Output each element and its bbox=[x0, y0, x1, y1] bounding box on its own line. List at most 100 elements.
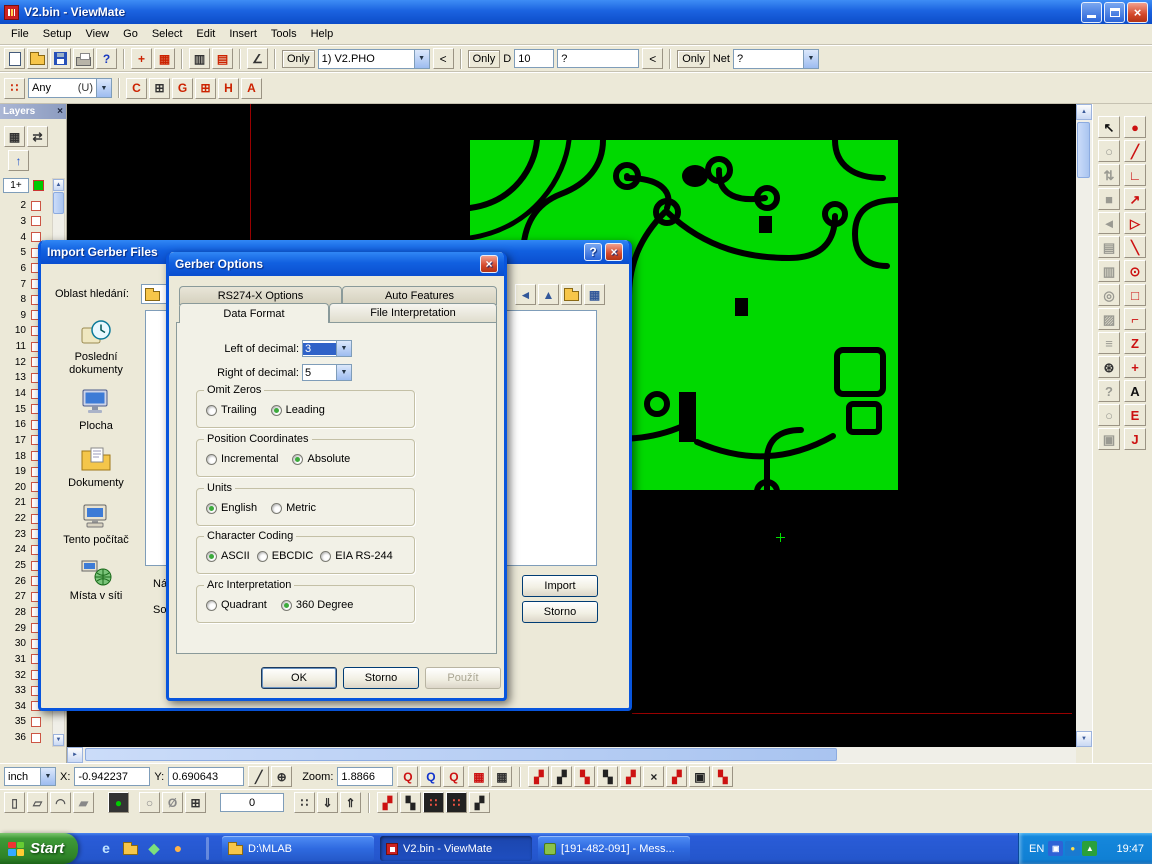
layer-row[interactable]: 3 bbox=[0, 214, 50, 230]
net-combo[interactable]: ? ▼ bbox=[733, 49, 819, 69]
close-window-button[interactable]: × bbox=[1127, 2, 1148, 23]
vertical-scrollbar[interactable]: ▲ ▼ bbox=[1076, 104, 1092, 747]
zoom-in-button[interactable]: Q bbox=[397, 766, 418, 787]
pattern-3-button[interactable]: ∷ bbox=[423, 792, 444, 813]
dcode-view-6-button[interactable]: × bbox=[643, 766, 664, 787]
scale-button[interactable]: ▰ bbox=[73, 792, 94, 813]
menu-edit[interactable]: Edit bbox=[189, 26, 222, 42]
menu-view[interactable]: View bbox=[78, 26, 116, 42]
layer-row[interactable]: 2 bbox=[0, 198, 50, 214]
marker-tool-button[interactable]: ▣ bbox=[1098, 428, 1120, 450]
dot-grid-button[interactable]: ∷ bbox=[294, 792, 315, 813]
online-mode-button[interactable]: ● bbox=[108, 792, 129, 813]
minimize-button[interactable] bbox=[1081, 2, 1102, 23]
layer-color-swatch[interactable] bbox=[31, 216, 41, 226]
dcode-view-1-button[interactable]: ▞ bbox=[528, 766, 549, 787]
redraw-button[interactable]: + bbox=[131, 48, 152, 69]
menu-insert[interactable]: Insert bbox=[222, 26, 264, 42]
scroll-down-button[interactable]: ▼ bbox=[53, 734, 64, 746]
layers-close-button[interactable]: × bbox=[57, 107, 63, 117]
radio-metric[interactable]: Metric bbox=[271, 502, 316, 514]
radio-absolute[interactable]: Absolute bbox=[292, 453, 350, 465]
layer-row[interactable]: 36 bbox=[0, 730, 50, 746]
tray-app-icon[interactable]: ▣ bbox=[1048, 841, 1063, 856]
aperture-g-button[interactable]: G bbox=[172, 78, 193, 99]
probe-tool-button[interactable]: ○ bbox=[1098, 140, 1120, 162]
language-indicator[interactable]: EN bbox=[1029, 843, 1044, 855]
menu-file[interactable]: File bbox=[4, 26, 36, 42]
select-circle-button[interactable]: ○ bbox=[139, 792, 160, 813]
snap-down-button[interactable]: ⇓ bbox=[317, 792, 338, 813]
right-decimal-combo[interactable]: 5 ▼ bbox=[302, 364, 352, 381]
tray-shield-icon[interactable]: ▲ bbox=[1082, 841, 1097, 856]
dialog-help-button[interactable]: ? bbox=[584, 243, 602, 261]
aperture-grid-button[interactable]: ⊞ bbox=[195, 78, 216, 99]
quicklaunch-go-button[interactable]: ◆ bbox=[144, 837, 164, 859]
edit-element-button[interactable]: E bbox=[1124, 404, 1146, 426]
grid-toggle-button[interactable]: ▦ bbox=[468, 766, 489, 787]
place-network[interactable]: Místa v síti bbox=[50, 555, 142, 603]
scroll-up-button[interactable]: ▲ bbox=[53, 179, 64, 191]
aperture-a-button[interactable]: A bbox=[241, 78, 262, 99]
dialog-close-button[interactable]: × bbox=[480, 255, 498, 273]
place-desktop[interactable]: Plocha bbox=[50, 385, 142, 433]
pattern-2-button[interactable]: ▚ bbox=[400, 792, 421, 813]
dcode-view-2-button[interactable]: ▞ bbox=[551, 766, 572, 787]
radio-english[interactable]: English bbox=[206, 502, 257, 514]
measure-line-button[interactable]: ╱ bbox=[248, 766, 269, 787]
menu-go[interactable]: Go bbox=[116, 26, 145, 42]
levels-tool-button[interactable]: ≡ bbox=[1098, 332, 1120, 354]
new-folder-button[interactable] bbox=[561, 284, 582, 305]
radio-leading[interactable]: Leading bbox=[271, 404, 325, 416]
tab-data-format[interactable]: Data Format bbox=[179, 303, 329, 323]
prev-dcode-button[interactable]: < bbox=[642, 48, 663, 69]
dcode-view-3-button[interactable]: ▚ bbox=[574, 766, 595, 787]
pattern-5-button[interactable]: ▞ bbox=[469, 792, 490, 813]
y-coordinate-field[interactable]: 0.690643 bbox=[168, 767, 244, 786]
query-tool-button[interactable]: ? bbox=[1098, 380, 1120, 402]
dcode-view-8-button[interactable]: ▣ bbox=[689, 766, 710, 787]
grid-snap-button[interactable]: ▦ bbox=[491, 766, 512, 787]
cancel-button[interactable]: Storno bbox=[522, 601, 598, 623]
table-view-button[interactable]: ▥ bbox=[1098, 260, 1120, 282]
highlight-pattern-button[interactable]: ▤ bbox=[212, 48, 233, 69]
scroll-down-button[interactable]: ▼ bbox=[1076, 731, 1092, 747]
scrollbar-thumb[interactable] bbox=[53, 192, 64, 214]
save-button[interactable] bbox=[50, 48, 71, 69]
draw-corner-button[interactable]: ⌐ bbox=[1124, 308, 1146, 330]
dcode-view-4-button[interactable]: ▚ bbox=[597, 766, 618, 787]
draw-vector-button[interactable]: ↗ bbox=[1124, 188, 1146, 210]
menu-select[interactable]: Select bbox=[145, 26, 190, 42]
back-folder-button[interactable]: ◄ bbox=[515, 284, 536, 305]
origin-target-button[interactable]: ⊕ bbox=[271, 766, 292, 787]
hatch-tool-button[interactable]: ▨ bbox=[1098, 308, 1120, 330]
taskbar-window-191-482-091-mess[interactable]: [191-482-091] - Mess... bbox=[538, 836, 690, 861]
radio-ascii[interactable]: ASCII bbox=[206, 550, 250, 562]
dcode-view-7-button[interactable]: ▞ bbox=[666, 766, 687, 787]
zoom-field[interactable]: 1.8866 bbox=[337, 767, 393, 786]
dcode-query-input[interactable]: ? bbox=[557, 49, 639, 68]
page-flip-button[interactable]: ▯ bbox=[4, 792, 25, 813]
left-decimal-combo[interactable]: 3 ▼ bbox=[302, 340, 352, 357]
snap-up-button[interactable]: ⇑ bbox=[340, 792, 361, 813]
draw-zigzag-button[interactable]: Z bbox=[1124, 332, 1146, 354]
radio-eia-rs-244[interactable]: EIA RS-244 bbox=[320, 550, 392, 562]
layer-color-swatch[interactable] bbox=[31, 201, 41, 211]
aperture-h-button[interactable]: H bbox=[218, 78, 239, 99]
zoom-selection-button[interactable]: Q bbox=[443, 766, 464, 787]
quicklaunch-browser-button[interactable]: ● bbox=[168, 837, 188, 859]
pattern-4-button[interactable]: ∷ bbox=[446, 792, 467, 813]
prev-layer-button[interactable]: < bbox=[433, 48, 454, 69]
draw-line-button[interactable]: ╱ bbox=[1124, 140, 1146, 162]
horizontal-scrollbar[interactable]: ◄ ► bbox=[67, 747, 1076, 763]
only-dcode-toggle[interactable]: Only bbox=[468, 50, 501, 68]
draw-hook-button[interactable]: J bbox=[1124, 428, 1146, 450]
layer-up-button[interactable]: ↑ bbox=[8, 150, 29, 171]
print-button[interactable] bbox=[73, 48, 94, 69]
dialog-close-button[interactable]: × bbox=[605, 243, 623, 261]
gerber-dialog-titlebar[interactable]: Gerber Options × bbox=[169, 252, 504, 276]
taskbar-window-d-mlab[interactable]: D:\MLAB bbox=[222, 836, 374, 861]
draw-backline-button[interactable]: ╲ bbox=[1124, 236, 1146, 258]
aperture-c-button[interactable]: C bbox=[126, 78, 147, 99]
tray-volume-icon[interactable]: ● bbox=[1065, 841, 1080, 856]
